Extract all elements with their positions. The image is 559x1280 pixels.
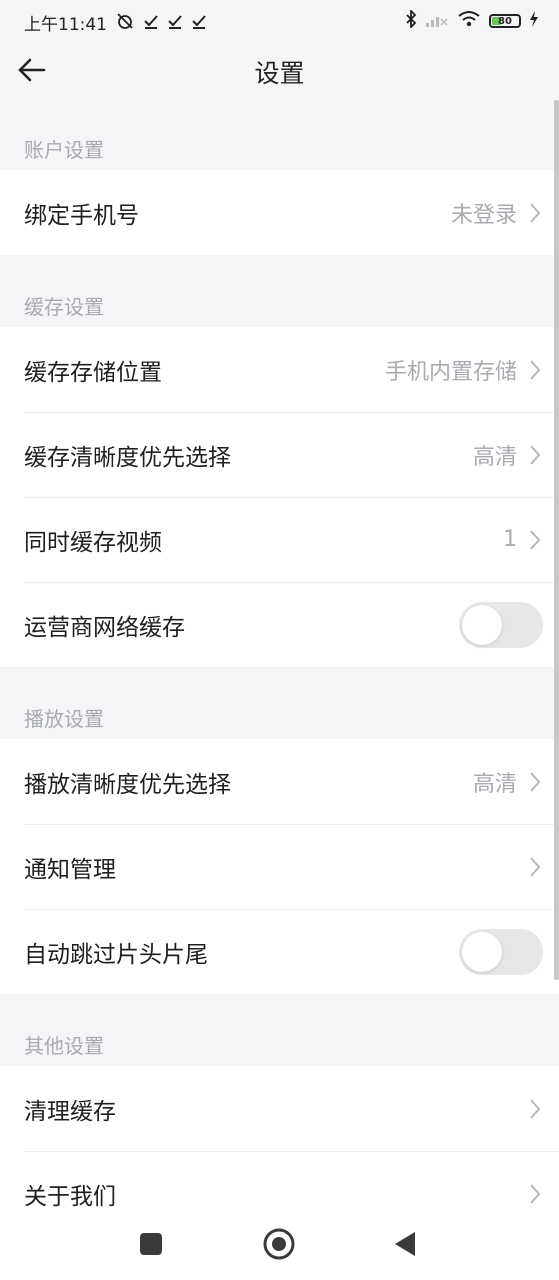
check-icon — [191, 13, 207, 33]
settings-row[interactable]: 自动跳过片头片尾 — [0, 909, 559, 994]
row-value: 未登录 — [450, 202, 517, 228]
battery-icon: 80 — [489, 14, 521, 28]
home-button[interactable] — [261, 1226, 297, 1262]
triangle-back-icon — [395, 1232, 415, 1256]
status-left: 上午11:41 — [24, 10, 207, 35]
settings-list: 账户设置 绑定手机号 未登录 缓存设置 缓存存储位置 手机内置存储 缓存清晰度优先选择 高清同… — [0, 98, 559, 1236]
row-value: 1 — [503, 527, 517, 552]
navigation-bar — [0, 1210, 559, 1280]
row-label: 清理缓存 — [24, 1098, 116, 1125]
row-label: 缓存清晰度优先选择 — [24, 444, 231, 471]
settings-row[interactable]: 绑定手机号 未登录 — [0, 170, 559, 255]
section-header: 其他设置 — [0, 994, 559, 1066]
row-label: 关于我们 — [24, 1183, 116, 1210]
chevron-right-icon — [527, 855, 543, 879]
row-label: 自动跳过片头片尾 — [24, 941, 208, 968]
toggle-switch[interactable] — [459, 928, 543, 975]
section-header: 账户设置 — [0, 98, 559, 170]
chevron-right-icon — [527, 770, 543, 794]
settings-row[interactable]: 清理缓存 — [0, 1066, 559, 1151]
settings-row[interactable]: 同时缓存视频 1 — [0, 497, 559, 582]
charging-icon — [529, 11, 539, 31]
status-right: 80 — [405, 8, 539, 32]
chevron-right-icon — [527, 1097, 543, 1121]
home-circle-icon — [263, 1228, 295, 1260]
toggle-knob — [462, 931, 502, 972]
settings-row[interactable]: 缓存清晰度优先选择 高清 — [0, 412, 559, 497]
section-header: 缓存设置 — [0, 255, 559, 327]
back-nav-button[interactable] — [387, 1226, 423, 1262]
check-icon — [167, 13, 183, 33]
toggle-knob — [462, 604, 502, 645]
page-title: 设置 — [254, 59, 305, 88]
chevron-right-icon — [527, 201, 543, 225]
row-value: 高清 — [472, 771, 517, 797]
recent-apps-button[interactable] — [133, 1226, 169, 1262]
settings-row[interactable]: 播放清晰度优先选择 高清 — [0, 739, 559, 824]
settings-row[interactable]: 缓存存储位置 手机内置存储 — [0, 327, 559, 412]
status-bar: 上午11:41 80 — [0, 0, 559, 42]
alarm-off-icon — [115, 12, 135, 34]
settings-row[interactable]: 运营商网络缓存 — [0, 582, 559, 667]
wifi-icon — [457, 10, 481, 32]
row-label: 同时缓存视频 — [24, 529, 162, 556]
row-label: 运营商网络缓存 — [24, 614, 185, 641]
settings-row[interactable]: 通知管理 — [0, 824, 559, 909]
row-label: 通知管理 — [24, 856, 116, 883]
status-time: 上午11:41 — [24, 15, 107, 35]
chevron-right-icon — [527, 1182, 543, 1206]
section-header: 播放设置 — [0, 667, 559, 739]
square-icon — [140, 1233, 162, 1255]
chevron-right-icon — [527, 528, 543, 552]
signal-icon — [425, 11, 449, 31]
row-label: 绑定手机号 — [24, 202, 139, 229]
scrollbar[interactable] — [554, 100, 559, 980]
check-icon — [143, 13, 159, 33]
toggle-switch[interactable] — [459, 601, 543, 648]
header: 设置 — [0, 42, 559, 98]
chevron-right-icon — [527, 443, 543, 467]
bluetooth-icon — [405, 8, 417, 32]
chevron-right-icon — [527, 358, 543, 382]
row-value: 高清 — [472, 444, 517, 470]
row-label: 缓存存储位置 — [24, 359, 162, 386]
row-label: 播放清晰度优先选择 — [24, 771, 231, 798]
row-value: 手机内置存储 — [384, 359, 517, 385]
